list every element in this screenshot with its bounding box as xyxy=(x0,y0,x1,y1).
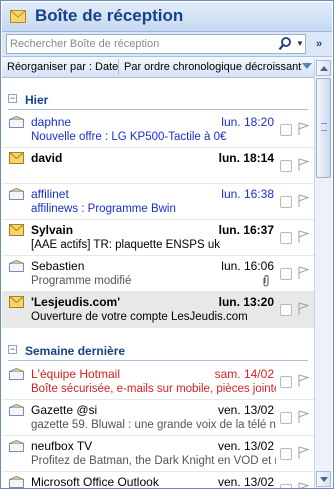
message-row[interactable]: daphne lun. 18:20 Nouvelle offre : LG KP… xyxy=(2,112,314,148)
category-checkbox[interactable] xyxy=(280,412,292,424)
category-checkbox[interactable] xyxy=(280,484,292,488)
message-sender: 'Lesjeudis.com' xyxy=(31,295,121,309)
flag-icon[interactable] xyxy=(297,302,309,316)
search-bar: ▼ » xyxy=(2,32,332,57)
envelope-open-icon xyxy=(9,116,24,128)
envelope-icon xyxy=(10,10,26,23)
sort-order-button[interactable]: Par ordre chronologique décroissant xyxy=(124,61,301,73)
message-sender: Microsoft Office Outlook xyxy=(31,475,159,489)
group-header-semaine-derniere[interactable]: − Semaine dernière xyxy=(2,338,314,362)
search-box: ▼ xyxy=(6,34,306,54)
category-checkbox[interactable] xyxy=(280,376,292,388)
message-row[interactable]: Sebastien lun. 16:06 Programme modifié xyxy=(2,256,314,292)
message-date: lun. 16:37 xyxy=(218,223,274,237)
message-row[interactable]: Microsoft Office Outlook ven. 13/02 xyxy=(2,472,314,489)
message-date: sam. 14/02 xyxy=(214,367,274,381)
arrange-bar: Réorganiser par : Date Par ordre chronol… xyxy=(2,57,332,78)
flag-icon[interactable] xyxy=(297,446,309,460)
flag-icon[interactable] xyxy=(297,266,309,280)
envelope-open-icon xyxy=(9,476,24,488)
group-label: Hier xyxy=(25,93,49,107)
flag-icon[interactable] xyxy=(297,194,309,208)
scroll-thumb[interactable] xyxy=(316,78,331,178)
category-checkbox[interactable] xyxy=(280,448,292,460)
message-preview: Profitez de Batman, the Dark Knight en V… xyxy=(31,455,276,467)
category-checkbox[interactable] xyxy=(280,232,292,244)
message-preview: Nouvelle offre : LG KP500-Tactile à 0€ xyxy=(31,131,227,143)
message-row[interactable]: affilinet lun. 16:38 affilinews : Progra… xyxy=(2,184,314,220)
paperclip-icon xyxy=(263,275,269,287)
message-list: − Hier daphne lun. 18:20 Nouvelle offre … xyxy=(2,79,314,489)
chevron-double-down-icon[interactable]: » xyxy=(312,37,326,51)
message-sender: david xyxy=(31,151,63,165)
arrange-divider xyxy=(118,59,119,75)
grip-icon xyxy=(321,123,327,131)
message-row[interactable]: Sylvain lun. 16:37 [AAE actifs] TR: plaq… xyxy=(2,220,314,256)
flag-icon[interactable] xyxy=(297,374,309,388)
outlook-inbox-pane: Boîte de réception ▼ » Réorganiser par :… xyxy=(0,0,334,489)
message-preview: affilinews : Programme Bwin xyxy=(31,203,176,215)
message-sender: affilinet xyxy=(31,187,69,201)
message-date: ven. 13/02 xyxy=(217,403,274,417)
message-preview: Boîte sécurisée, e-mails sur mobile, piè… xyxy=(31,383,276,395)
flag-icon[interactable] xyxy=(297,230,309,244)
message-sender: L'équipe Hotmail xyxy=(31,367,121,381)
message-date: ven. 13/02 xyxy=(217,475,274,489)
message-row[interactable]: david lun. 18:14 xyxy=(2,148,314,184)
envelope-open-icon xyxy=(9,368,24,380)
collapse-icon[interactable]: − xyxy=(8,345,17,354)
message-row[interactable]: L'équipe Hotmail sam. 14/02 Boîte sécuri… xyxy=(2,364,314,400)
search-input[interactable] xyxy=(10,37,270,51)
message-sender: Sylvain xyxy=(31,223,74,237)
scroll-up-button[interactable] xyxy=(316,60,331,76)
message-preview: Programme modifié xyxy=(31,275,132,287)
message-preview: Ouverture de votre compte LesJeudis.com xyxy=(31,311,248,323)
message-sender: neufbox TV xyxy=(31,439,93,453)
flag-icon[interactable] xyxy=(297,122,309,136)
group-header-hier[interactable]: − Hier xyxy=(2,87,314,111)
envelope-open-icon xyxy=(9,260,24,272)
arrange-by-button[interactable]: Réorganiser par : Date xyxy=(7,61,118,73)
message-row[interactable]: neufbox TV ven. 13/02 Profitez de Batman… xyxy=(2,436,314,472)
sort-direction-icon[interactable] xyxy=(302,63,312,69)
search-icon[interactable] xyxy=(278,36,292,52)
flag-icon[interactable] xyxy=(297,410,309,424)
envelope-open-icon xyxy=(9,404,24,416)
message-sender: daphne xyxy=(31,115,72,129)
page-title: Boîte de réception xyxy=(35,6,184,25)
category-checkbox[interactable] xyxy=(280,160,292,172)
flag-icon[interactable] xyxy=(297,482,309,489)
category-checkbox[interactable] xyxy=(280,268,292,280)
message-date: lun. 13:20 xyxy=(218,295,274,309)
envelope-closed-icon xyxy=(9,224,24,236)
message-date: lun. 16:38 xyxy=(221,187,274,201)
envelope-open-icon xyxy=(9,440,24,452)
message-sender: Sebastien xyxy=(31,259,85,273)
title-bar: Boîte de réception xyxy=(2,2,332,32)
flag-icon[interactable] xyxy=(297,158,309,172)
collapse-icon[interactable]: − xyxy=(8,94,17,103)
envelope-closed-icon xyxy=(9,152,24,164)
scroll-down-button[interactable] xyxy=(316,471,331,487)
message-date: ven. 13/02 xyxy=(217,439,274,453)
message-date: lun. 16:06 xyxy=(221,259,274,273)
envelope-open-icon xyxy=(9,188,24,200)
message-sender: Gazette @si xyxy=(31,403,98,417)
group-divider xyxy=(8,109,308,110)
category-checkbox[interactable] xyxy=(280,304,292,316)
category-checkbox[interactable] xyxy=(280,196,292,208)
category-checkbox[interactable] xyxy=(280,124,292,136)
message-row-selected[interactable]: 'Lesjeudis.com' lun. 13:20 Ouverture de … xyxy=(2,292,314,328)
group-divider xyxy=(8,360,308,361)
group-label: Semaine dernière xyxy=(25,344,126,358)
vertical-scrollbar[interactable] xyxy=(314,58,332,488)
message-preview: gazette 59. Bluwal : une grande voix de … xyxy=(31,419,276,431)
message-row[interactable]: Gazette @si ven. 13/02 gazette 59. Bluwa… xyxy=(2,400,314,436)
envelope-closed-icon xyxy=(9,296,24,308)
message-date: lun. 18:20 xyxy=(221,115,274,129)
message-date: lun. 18:14 xyxy=(218,151,274,165)
search-options-dropdown[interactable]: ▼ xyxy=(295,36,305,52)
message-preview: [AAE actifs] TR: plaquette ENSPS uk xyxy=(31,239,220,251)
